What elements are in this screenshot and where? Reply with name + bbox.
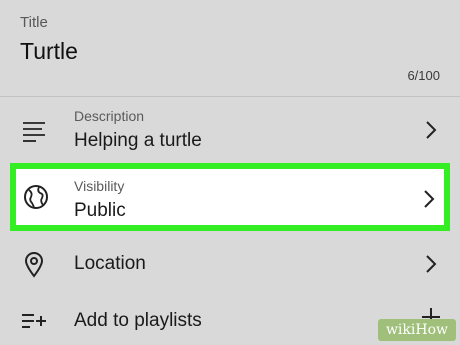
chevron-right-icon <box>426 255 437 273</box>
section-divider <box>0 96 460 97</box>
playlist-add-icon <box>22 314 46 328</box>
description-value: Helping a turtle <box>74 130 202 151</box>
title-input[interactable]: Turtle <box>20 38 78 65</box>
description-label: Description <box>74 108 145 124</box>
character-count: 6/100 <box>407 68 440 83</box>
location-row[interactable]: Location <box>0 240 460 290</box>
title-label: Title <box>20 14 48 31</box>
location-pin-icon <box>24 252 44 278</box>
visibility-label: Visibility <box>74 178 125 194</box>
add-to-playlists-label: Add to playlists <box>74 310 202 331</box>
chevron-right-icon <box>424 190 435 208</box>
description-lines-icon <box>23 122 45 142</box>
visibility-value: Public <box>74 200 126 221</box>
location-value: Location <box>74 253 146 274</box>
title-field[interactable]: Title Turtle 6/100 <box>0 0 460 96</box>
globe-icon <box>24 185 48 209</box>
description-row[interactable]: Description Helping a turtle <box>0 100 460 160</box>
wikihow-watermark: wikiHow <box>377 319 456 341</box>
visibility-row[interactable]: Visibility Public <box>10 163 450 231</box>
chevron-right-icon <box>426 121 437 139</box>
